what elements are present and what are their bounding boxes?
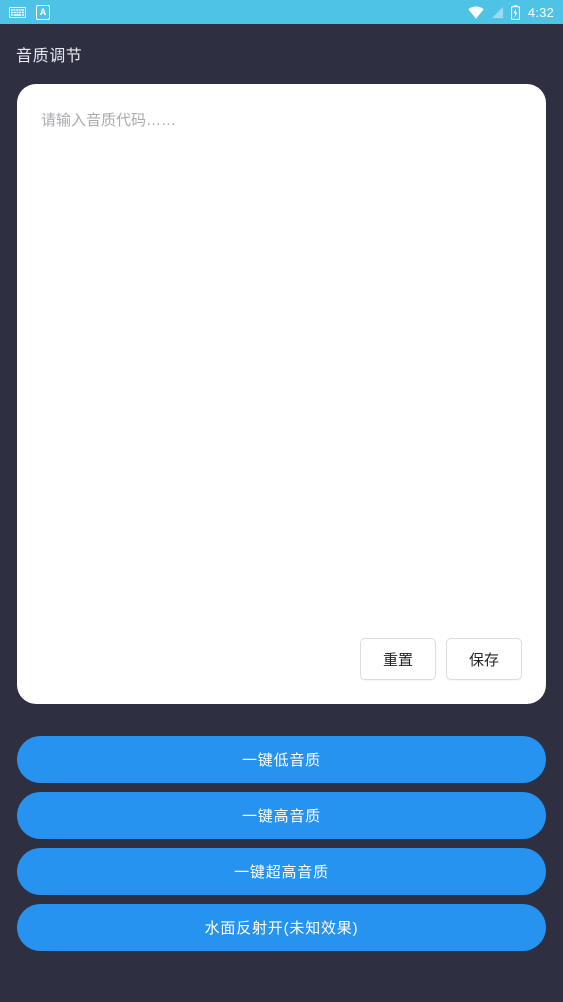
ime-icon: A [36, 4, 50, 20]
card-action-row: 重置 保存 [360, 638, 522, 680]
wifi-icon [468, 6, 484, 19]
reset-button[interactable]: 重置 [360, 638, 436, 680]
signal-icon [491, 6, 503, 18]
preset-ultra-quality-button[interactable]: 一键超高音质 [17, 848, 546, 895]
keyboard-icon [9, 6, 26, 18]
preset-high-quality-button[interactable]: 一键高音质 [17, 792, 546, 839]
preset-low-quality-button[interactable]: 一键低音质 [17, 736, 546, 783]
page-title: 音质调节 [16, 48, 83, 65]
status-bar-right-icons: 4:32 [468, 4, 554, 20]
preset-button-list: 一键低音质 一键高音质 一键超高音质 水面反射开(未知效果) [17, 736, 546, 951]
status-bar: A 4:32 [0, 0, 563, 24]
app-screen: A 4:32 音质调节 重置 保存 一键低音质 [0, 0, 563, 1002]
app-title-bar: 音质调节 [0, 24, 563, 84]
save-button[interactable]: 保存 [446, 638, 522, 680]
code-editor-card: 重置 保存 [17, 84, 546, 704]
water-reflection-button[interactable]: 水面反射开(未知效果) [17, 904, 546, 951]
status-bar-clock: 4:32 [527, 4, 554, 20]
status-bar-left-icons: A [9, 4, 50, 20]
battery-charging-icon [510, 4, 520, 20]
audio-code-input[interactable] [41, 110, 522, 704]
